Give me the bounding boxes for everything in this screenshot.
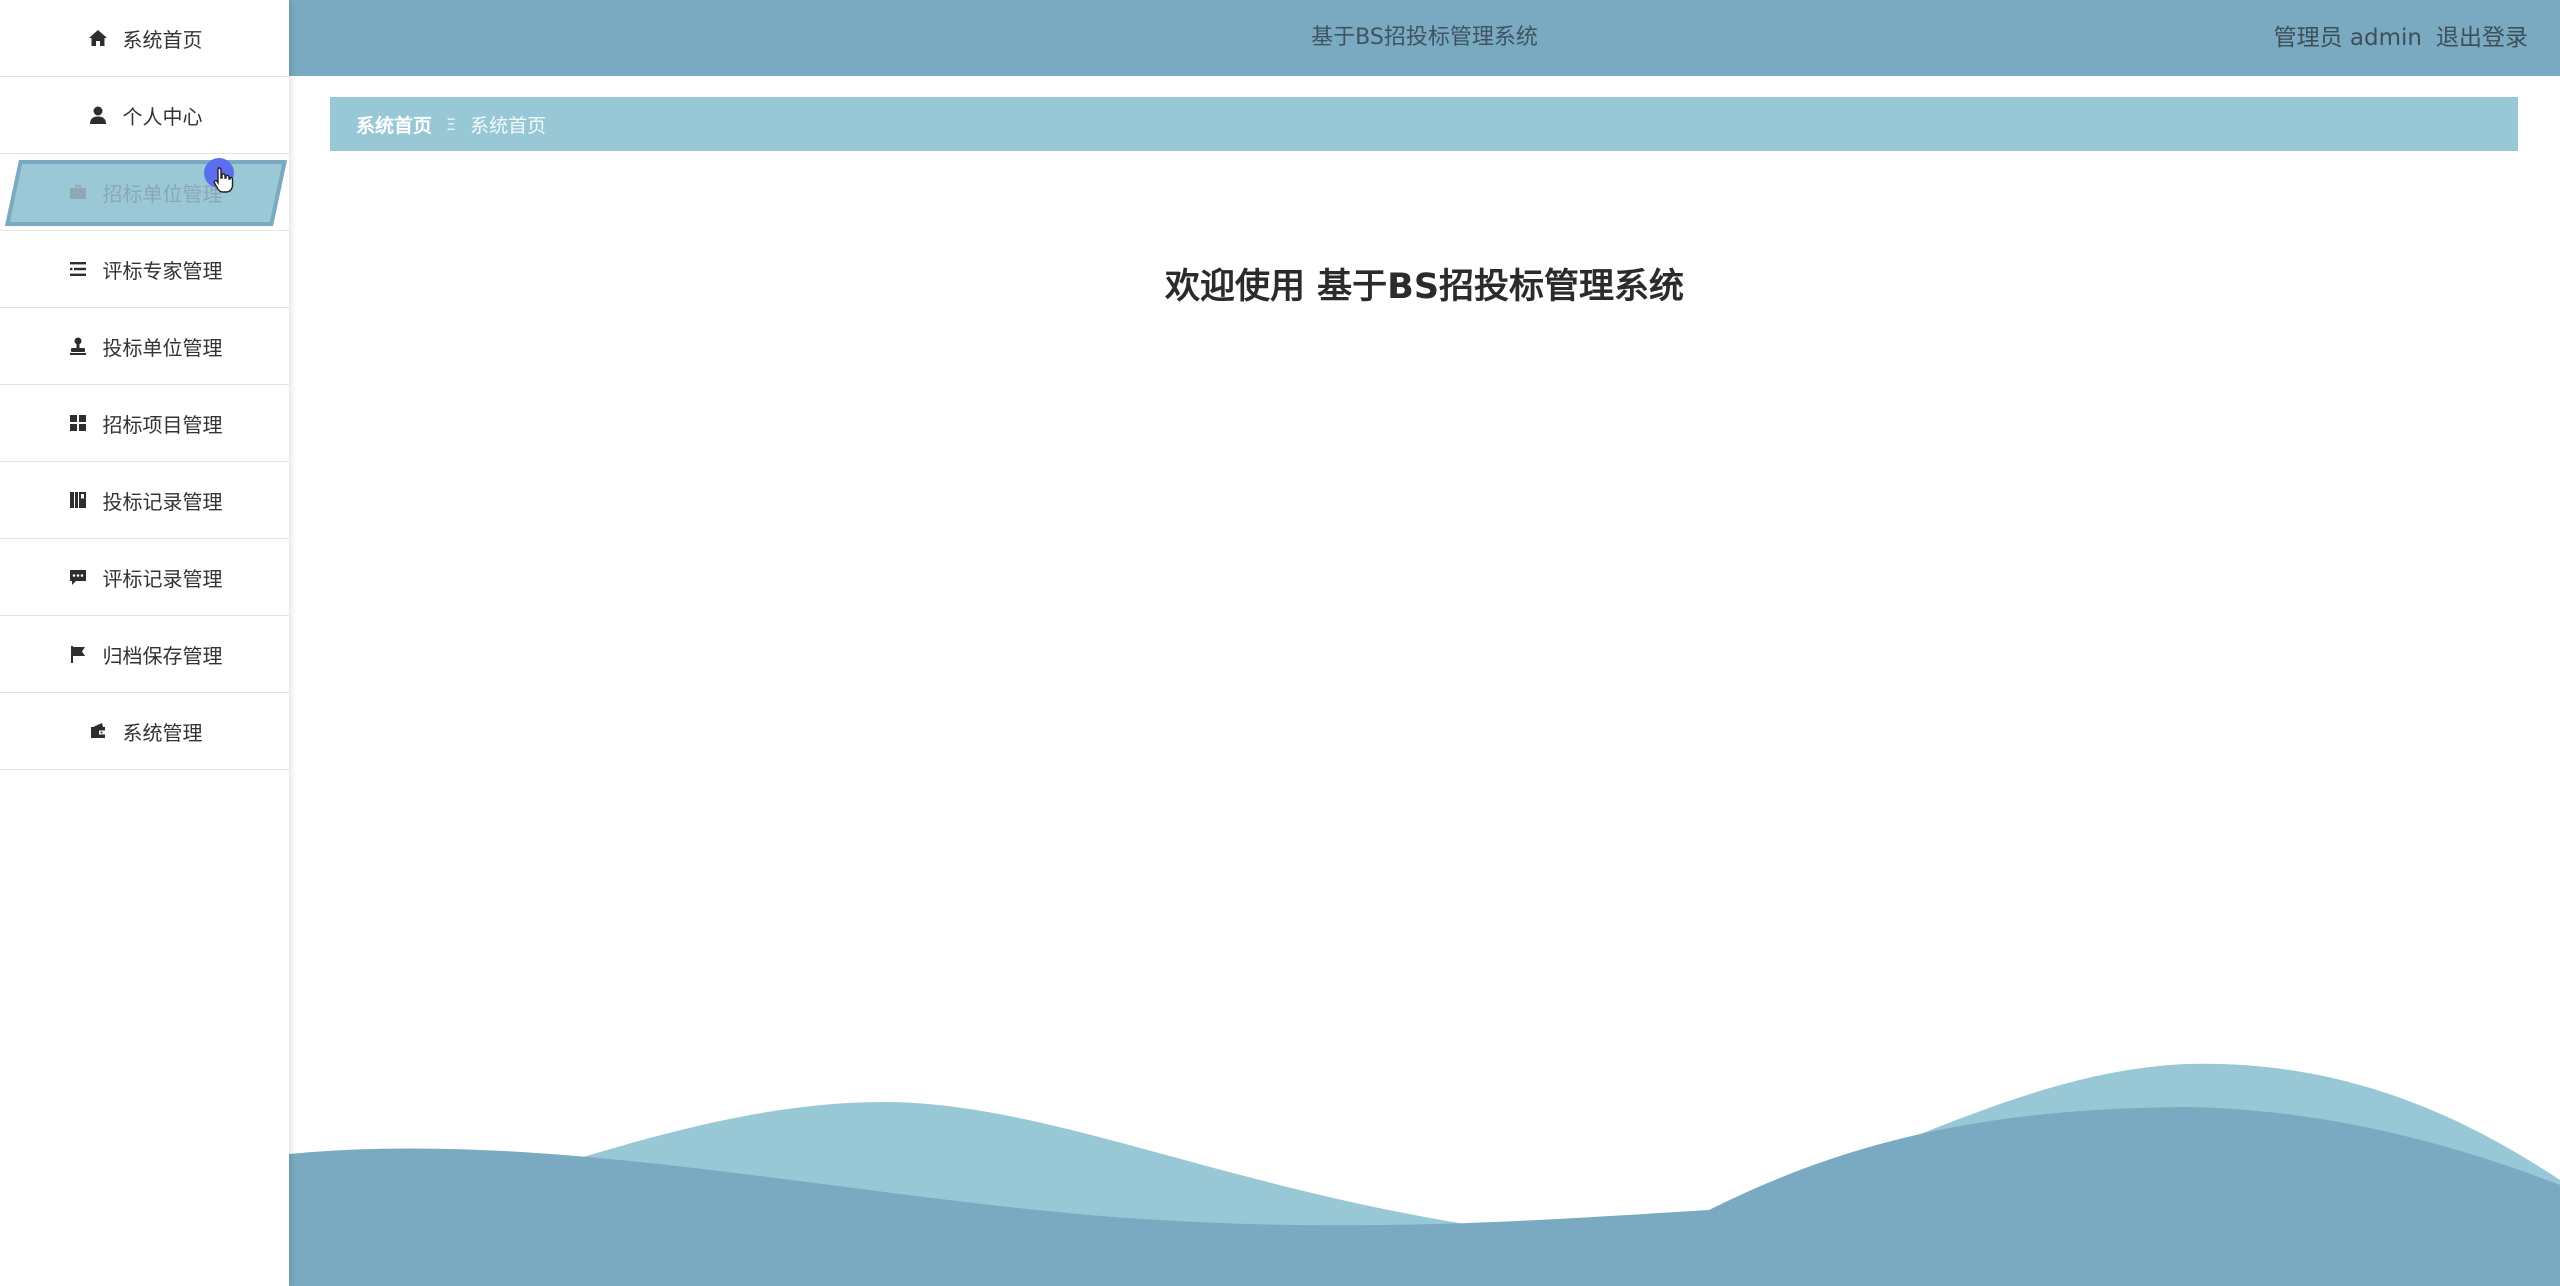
sidebar-item-tenderer-management[interactable]: 招标单位管理	[0, 154, 289, 231]
wallet-icon	[87, 720, 109, 742]
sidebar: 系统首页 个人中心 招标单位管理 评标专家管理 投标单位管理 招标项目管理 投标…	[0, 0, 289, 1286]
briefcase-icon	[67, 181, 89, 203]
user-icon	[87, 104, 109, 126]
sidebar-item-label: 投标单位管理	[102, 335, 223, 360]
sidebar-item-system-home[interactable]: 系统首页	[0, 0, 289, 77]
comment-icon	[67, 566, 89, 588]
welcome-heading: 欢迎使用 基于BS招投标管理系统	[1164, 267, 1685, 307]
sidebar-item-label: 招标单位管理	[102, 181, 223, 206]
sidebar-item-label: 评标专家管理	[102, 258, 223, 283]
sidebar-item-label: 评标记录管理	[102, 566, 223, 591]
sidebar-item-label: 个人中心	[122, 104, 203, 129]
sidebar-item-expert-management[interactable]: 评标专家管理	[0, 231, 289, 308]
stamp-icon	[67, 335, 89, 357]
home-icon	[87, 27, 109, 49]
decorative-waves	[289, 1063, 2560, 1286]
sidebar-item-evaluation-records[interactable]: 评标记录管理	[0, 539, 289, 616]
breadcrumb: 系统首页 Ξ 系统首页	[330, 97, 2518, 151]
breadcrumb-current: 系统首页	[470, 114, 547, 137]
user-label: 管理员 admin	[2273, 25, 2422, 51]
sidebar-item-project-management[interactable]: 招标项目管理	[0, 385, 289, 462]
sidebar-item-label: 招标项目管理	[102, 412, 223, 437]
sidebar-item-archive-management[interactable]: 归档保存管理	[0, 616, 289, 693]
sidebar-item-label: 归档保存管理	[102, 643, 223, 668]
breadcrumb-separator-icon: Ξ	[446, 114, 457, 134]
wave-dark-front	[289, 1107, 2560, 1286]
book-icon	[67, 489, 89, 511]
sidebar-item-bid-records[interactable]: 投标记录管理	[0, 462, 289, 539]
sidebar-item-label: 系统管理	[122, 720, 203, 745]
sidebar-item-personal-center[interactable]: 个人中心	[0, 77, 289, 154]
sidebar-item-bidder-management[interactable]: 投标单位管理	[0, 308, 289, 385]
sidebar-item-label: 投标记录管理	[102, 489, 223, 514]
logout-link[interactable]: 退出登录	[2436, 18, 2528, 52]
hand-cursor-icon	[213, 167, 234, 193]
sidebar-item-system-management[interactable]: 系统管理	[0, 693, 289, 770]
grid-icon	[67, 412, 89, 434]
breadcrumb-home-link[interactable]: 系统首页	[356, 111, 432, 138]
flag-icon	[67, 643, 89, 665]
app-title: 基于BS招投标管理系统	[1311, 25, 1538, 50]
user-area: 管理员 admin 退出登录	[2274, 0, 2528, 70]
list-indent-icon	[67, 258, 89, 280]
sidebar-item-label: 系统首页	[122, 27, 203, 52]
top-header: 基于BS招投标管理系统 管理员 admin 退出登录	[289, 0, 2560, 76]
